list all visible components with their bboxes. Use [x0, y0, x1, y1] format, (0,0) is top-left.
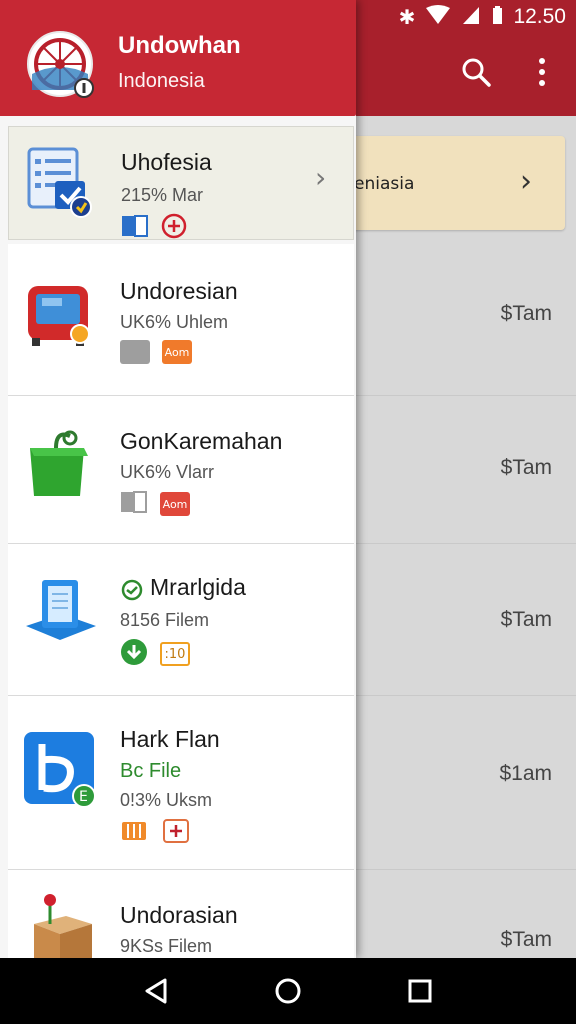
recents-button[interactable]	[400, 971, 440, 1011]
item-subtitle: UK6% Vlarr	[120, 462, 215, 482]
item-badges	[121, 213, 187, 243]
refresh-icon	[120, 578, 144, 606]
drawer-header: Undowhan Indonesia	[0, 0, 356, 116]
price-label: $Tam	[500, 928, 552, 951]
background-row[interactable]: $Tam	[352, 870, 576, 958]
green-bag-icon	[22, 426, 98, 502]
drawer-item[interactable]: Undoresian UK6% Uhlem Aom	[8, 244, 354, 396]
more-vert-icon	[539, 58, 545, 86]
home-circle-icon	[275, 978, 301, 1004]
overflow-menu-button[interactable]	[522, 52, 562, 92]
background-row[interactable]: $Tam	[352, 396, 576, 544]
price-label: $Tam	[500, 302, 552, 325]
item-title: Mrarlgida	[150, 574, 246, 600]
item-subtitle: 8156 Filem	[120, 610, 210, 630]
chevron-right-icon: ›	[520, 164, 532, 199]
download-icon	[120, 638, 148, 670]
gray-square-icon	[120, 340, 150, 364]
chevron-right-icon: ›	[315, 161, 327, 194]
box-pin-icon	[22, 892, 98, 958]
orange-badge: Aom	[162, 340, 192, 364]
item-badges: Aom	[120, 490, 190, 518]
blue-b-app-icon: E	[22, 730, 98, 808]
document-checklist-icon	[23, 143, 99, 219]
item-subtitle: 9KSs Filem	[120, 936, 213, 956]
item-badges: :10	[120, 638, 190, 670]
status-bar: ✱ 12.50	[336, 0, 576, 34]
background-row[interactable]: $Tam	[352, 544, 576, 696]
item-title: Hark Flan	[120, 726, 220, 752]
navigation-drawer: Undowhan Indonesia Uhofesia 215% Mar › U…	[0, 0, 356, 958]
search-icon	[462, 58, 491, 87]
back-triangle-icon	[145, 978, 167, 1004]
system-navigation-bar	[0, 958, 576, 1024]
search-button[interactable]	[456, 52, 496, 92]
item-subtitle: 0!3% Uksm	[120, 790, 213, 810]
red-badge: Aom	[160, 492, 190, 516]
price-label: $Tam	[500, 456, 552, 479]
blue-document-stand-icon	[22, 574, 98, 650]
red-tv-icon	[22, 278, 98, 354]
item-badges: Aom	[120, 340, 192, 364]
avatar[interactable]	[26, 30, 94, 98]
svg-text:E: E	[79, 789, 88, 805]
home-button[interactable]	[268, 971, 308, 1011]
item-subtitle: 215% Mar	[121, 185, 204, 205]
price-label: $1am	[499, 762, 552, 785]
item-title: Undorasian	[120, 902, 238, 928]
item-badges	[120, 818, 190, 848]
item-title: Undoresian	[120, 278, 238, 304]
clock: 12.50	[513, 5, 566, 28]
drawer-item[interactable]: GonKaremahan UK6% Vlarr Aom	[8, 396, 354, 544]
plus-circle-icon	[161, 213, 187, 243]
drawer-item[interactable]: E Hark Flan Bc File 0!3% Uksm	[8, 696, 354, 870]
orange-outline-badge: :10	[160, 642, 190, 666]
background-row[interactable]: $1am	[352, 696, 576, 870]
bluetooth-icon: ✱	[398, 5, 416, 29]
banner-text: eniasia	[354, 174, 415, 194]
drawer-subtitle: Indonesia	[118, 70, 205, 92]
ferris-wheel-avatar-icon	[27, 31, 94, 98]
item-title: GonKaremahan	[120, 428, 283, 454]
plus-square-icon	[162, 818, 190, 848]
item-title: Uhofesia	[121, 149, 212, 175]
book-icon	[120, 490, 148, 518]
recents-square-icon	[408, 979, 432, 1003]
book-icon	[121, 214, 149, 242]
back-button[interactable]	[136, 971, 176, 1011]
item-extra: Bc File	[120, 760, 182, 782]
drawer-item[interactable]: Mrarlgida 8156 Filem :10	[8, 544, 354, 696]
drawer-title: Undowhan	[118, 32, 241, 59]
background-row[interactable]: $Tam	[352, 244, 576, 396]
signal-icon	[461, 5, 481, 30]
price-label: $Tam	[500, 608, 552, 631]
drawer-item[interactable]: Uhofesia 215% Mar ›	[8, 126, 354, 240]
background-banner[interactable]: eniasia ›	[352, 136, 565, 230]
item-subtitle: UK6% Uhlem	[120, 312, 229, 332]
wifi-icon	[425, 4, 451, 30]
battery-icon	[491, 5, 503, 30]
drawer-item[interactable]: Undorasian 9KSs Filem	[8, 870, 354, 958]
orange-stack-icon	[120, 818, 150, 848]
